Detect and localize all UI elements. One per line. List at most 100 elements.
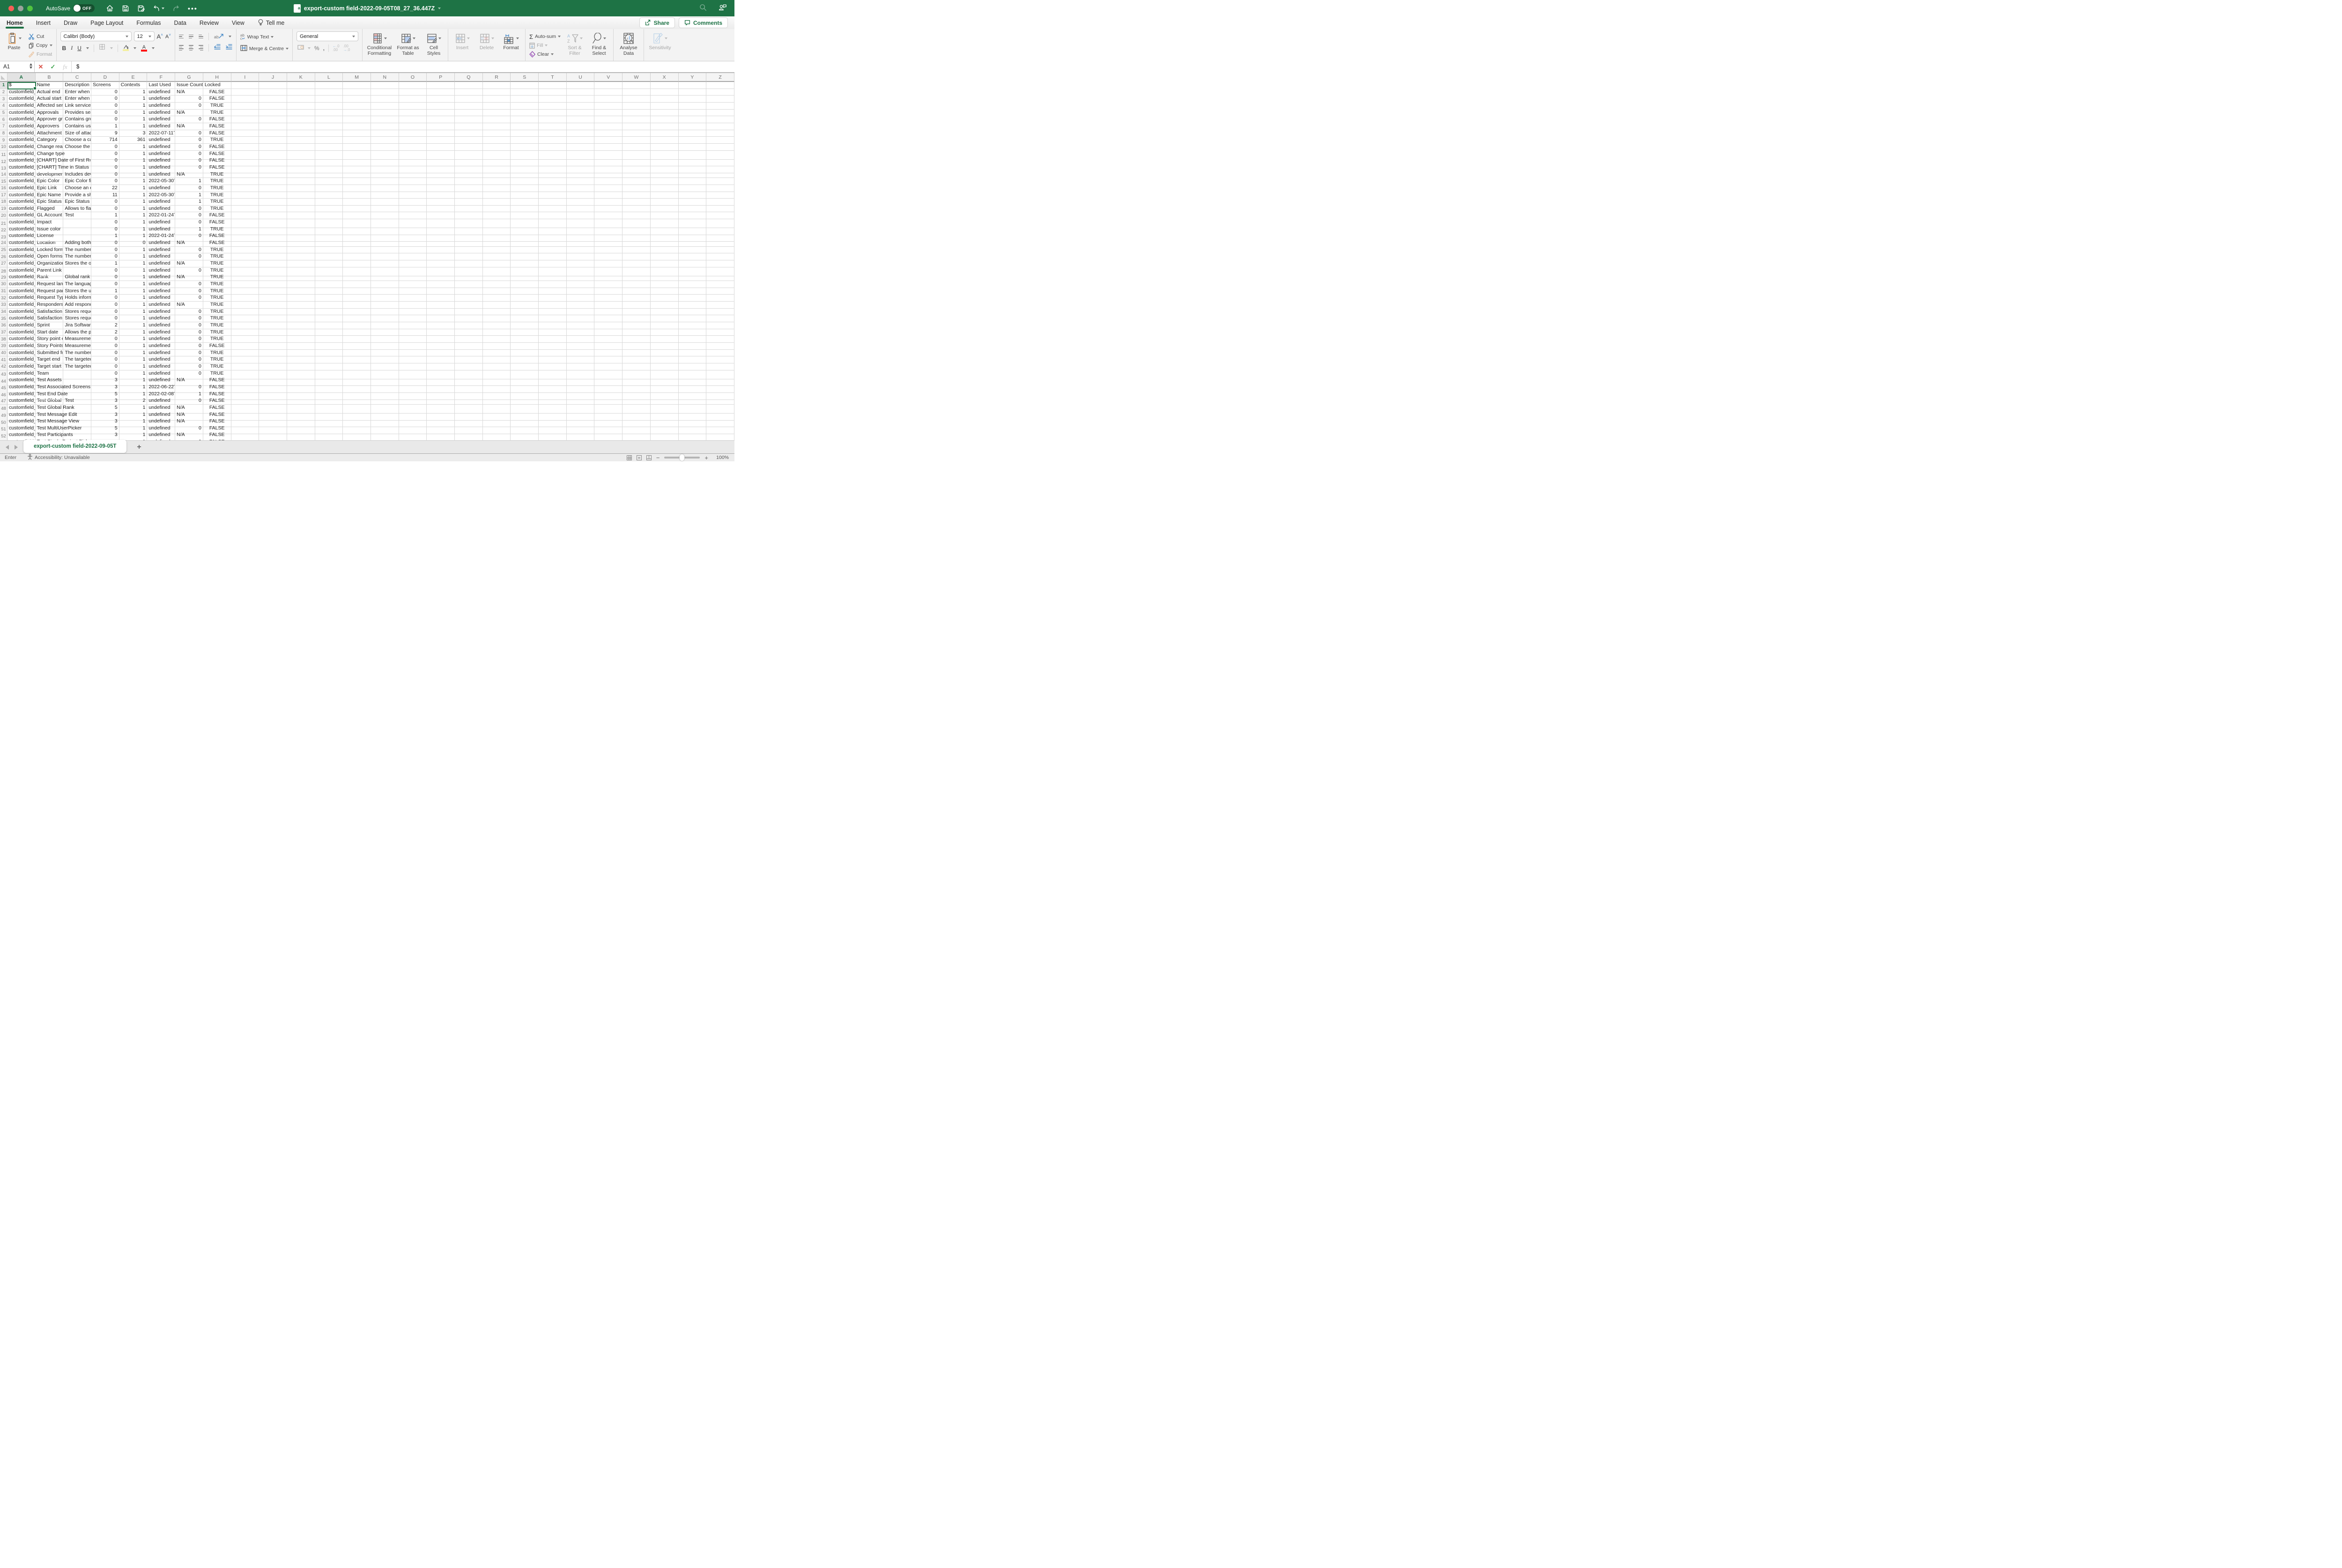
- cell-L7[interactable]: [315, 123, 343, 130]
- cell-J3[interactable]: [259, 96, 287, 103]
- cell-B31[interactable]: Request part: [36, 288, 64, 295]
- cell-C41[interactable]: The targeted: [63, 356, 91, 363]
- cell-E9[interactable]: 361: [119, 137, 148, 144]
- cell-Q24[interactable]: [455, 240, 483, 247]
- cell-Q31[interactable]: [455, 288, 483, 295]
- cell-B10[interactable]: Change reas: [36, 144, 64, 151]
- cell-J6[interactable]: [259, 116, 287, 123]
- cell-F29[interactable]: undefined: [147, 274, 175, 281]
- cell-L31[interactable]: [315, 288, 343, 295]
- cell-Y16[interactable]: [679, 185, 707, 192]
- cell-R19[interactable]: [483, 206, 511, 213]
- cell-Q9[interactable]: [455, 137, 483, 144]
- cell-H8[interactable]: FALSE: [203, 130, 231, 137]
- cell-Z10[interactable]: [706, 144, 734, 151]
- cell-T3[interactable]: [539, 96, 567, 103]
- cell-I18[interactable]: [231, 199, 259, 206]
- cell-D9[interactable]: 714: [91, 137, 119, 144]
- cell-M5[interactable]: [343, 110, 371, 117]
- cell-Z14[interactable]: [706, 171, 734, 178]
- cell-T37[interactable]: [539, 329, 567, 336]
- cell-N3[interactable]: [371, 96, 399, 103]
- page-layout-view-icon[interactable]: [637, 455, 642, 460]
- cell-P38[interactable]: [427, 336, 455, 343]
- cell-B53[interactable]: Test Single Project Pick: [36, 439, 64, 440]
- cell-V3[interactable]: [594, 96, 623, 103]
- cell-M30[interactable]: [343, 281, 371, 288]
- cell-P25[interactable]: [427, 247, 455, 254]
- cell-C15[interactable]: Epic Color fie: [63, 178, 91, 185]
- cell-Z3[interactable]: [706, 96, 734, 103]
- cell-U29[interactable]: [567, 274, 595, 281]
- cell-R38[interactable]: [483, 336, 511, 343]
- cell-W41[interactable]: [623, 356, 651, 363]
- cell-T15[interactable]: [539, 178, 567, 185]
- fill-color-chevron-icon[interactable]: [133, 47, 136, 49]
- cell-M40[interactable]: [343, 350, 371, 357]
- cell-N34[interactable]: [371, 309, 399, 316]
- cell-Q3[interactable]: [455, 96, 483, 103]
- cell-Z29[interactable]: [706, 274, 734, 281]
- cell-W18[interactable]: [623, 199, 651, 206]
- cell-K17[interactable]: [287, 192, 315, 199]
- cell-R3[interactable]: [483, 96, 511, 103]
- format-as-table-button[interactable]: Format as Table: [396, 31, 420, 59]
- cell-B23[interactable]: License: [36, 233, 64, 242]
- cell-K39[interactable]: [287, 343, 315, 350]
- cell-N29[interactable]: [371, 274, 399, 281]
- cell-V41[interactable]: [594, 356, 623, 363]
- cell-P47[interactable]: [427, 398, 455, 405]
- cell-B9[interactable]: Category: [36, 137, 64, 144]
- cell-V31[interactable]: [594, 288, 623, 295]
- cell-V15[interactable]: [594, 178, 623, 185]
- cell-T1[interactable]: [539, 82, 567, 89]
- cell-V20[interactable]: [594, 212, 623, 219]
- cell-W42[interactable]: [623, 363, 651, 370]
- cell-Z27[interactable]: [706, 260, 734, 267]
- cell-A8[interactable]: customfield_: [7, 130, 36, 137]
- cell-D29[interactable]: 0: [91, 274, 119, 281]
- cell-C34[interactable]: Stores reque: [63, 309, 91, 316]
- cell-E1[interactable]: Contexts: [119, 82, 148, 89]
- cell-P17[interactable]: [427, 192, 455, 199]
- cell-W40[interactable]: [623, 350, 651, 357]
- cell-S14[interactable]: [511, 171, 539, 178]
- cell-I41[interactable]: [231, 356, 259, 363]
- cell-W39[interactable]: [623, 343, 651, 350]
- cell-B2[interactable]: Actual end: [36, 89, 64, 96]
- cell-K27[interactable]: [287, 260, 315, 267]
- cell-E47[interactable]: 2: [119, 398, 148, 405]
- cell-L4[interactable]: [315, 103, 343, 110]
- cell-E26[interactable]: 1: [119, 253, 148, 260]
- cell-V24[interactable]: [594, 240, 623, 247]
- row-header-16[interactable]: 16: [0, 185, 7, 192]
- cell-T40[interactable]: [539, 350, 567, 357]
- row-header-6[interactable]: 6: [0, 116, 7, 123]
- row-header-39[interactable]: 39: [0, 343, 7, 350]
- cell-O4[interactable]: [399, 103, 427, 110]
- cell-I38[interactable]: [231, 336, 259, 343]
- cell-A31[interactable]: customfield_: [7, 288, 36, 295]
- cell-O14[interactable]: [399, 171, 427, 178]
- autosave-toggle[interactable]: OFF: [73, 4, 95, 12]
- cell-G18[interactable]: 1: [175, 199, 203, 206]
- cell-C2[interactable]: Enter when t: [63, 89, 91, 96]
- cell-C3[interactable]: Enter when t: [63, 96, 91, 103]
- cell-T18[interactable]: [539, 199, 567, 206]
- cancel-entry-icon[interactable]: ✕: [35, 61, 47, 72]
- cell-I31[interactable]: [231, 288, 259, 295]
- cell-V37[interactable]: [594, 329, 623, 336]
- cell-F14[interactable]: undefined: [147, 171, 175, 178]
- row-header-24[interactable]: 24: [0, 240, 7, 247]
- cell-P6[interactable]: [427, 116, 455, 123]
- cell-T32[interactable]: [539, 295, 567, 302]
- row-header-2[interactable]: 2: [0, 89, 7, 96]
- cell-F16[interactable]: undefined: [147, 185, 175, 192]
- cell-N36[interactable]: [371, 322, 399, 329]
- normal-view-icon[interactable]: [627, 455, 632, 460]
- cell-X19[interactable]: [651, 206, 679, 213]
- cell-H3[interactable]: FALSE: [203, 96, 231, 103]
- cell-T29[interactable]: [539, 274, 567, 281]
- column-header-S[interactable]: S: [511, 73, 539, 82]
- cell-E18[interactable]: 1: [119, 199, 148, 206]
